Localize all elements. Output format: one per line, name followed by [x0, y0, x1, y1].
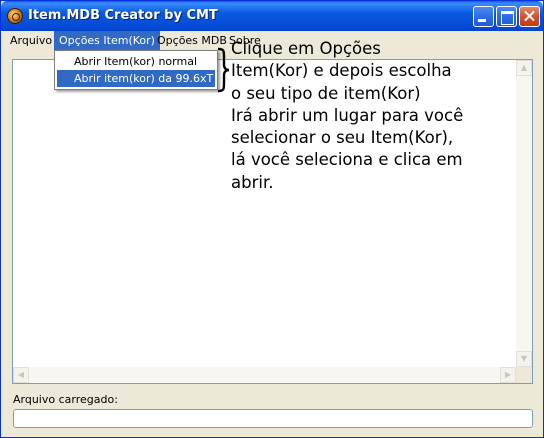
app-logo-icon[interactable]: [7, 8, 23, 24]
scroll-right-icon[interactable]: ▶: [500, 367, 516, 383]
scrollbar-corner: [516, 367, 532, 383]
maximize-icon: [497, 7, 516, 26]
close-icon: [520, 7, 539, 26]
menu-opcoes-item-kor[interactable]: Opções Item(Kor): [54, 31, 160, 50]
window-title: Item.MDB Creator by CMT: [28, 8, 218, 23]
menu-arquivo[interactable]: Arquivo: [5, 31, 57, 50]
dropdown-opcoes-item-kor: Abrir Item(kor) normal Abrir item(kor) d…: [54, 50, 218, 90]
minimize-button[interactable]: [473, 6, 494, 27]
title-bar[interactable]: Item.MDB Creator by CMT: [1, 1, 543, 31]
menu-option-abrir-normal[interactable]: Abrir Item(kor) normal: [57, 53, 215, 70]
scroll-down-icon[interactable]: ▼: [516, 351, 532, 367]
annotation-text: Clique em Opções Item(Kor) e depois esco…: [231, 39, 464, 192]
status-label: Arquivo carregado:: [13, 393, 118, 406]
curly-brace-icon: [217, 47, 230, 93]
maximize-button[interactable]: [496, 6, 517, 27]
horizontal-scrollbar[interactable]: ◀ ▶: [13, 367, 516, 383]
close-button[interactable]: [519, 6, 540, 27]
app-window: Item.MDB Creator by CMT Arquivo Opções I…: [0, 0, 544, 438]
scroll-left-icon[interactable]: ◀: [13, 367, 29, 383]
menu-option-abrir-99-6xt[interactable]: Abrir item(kor) da 99.6xT: [57, 70, 215, 87]
minimize-icon: [474, 7, 493, 26]
status-field: [13, 409, 533, 428]
